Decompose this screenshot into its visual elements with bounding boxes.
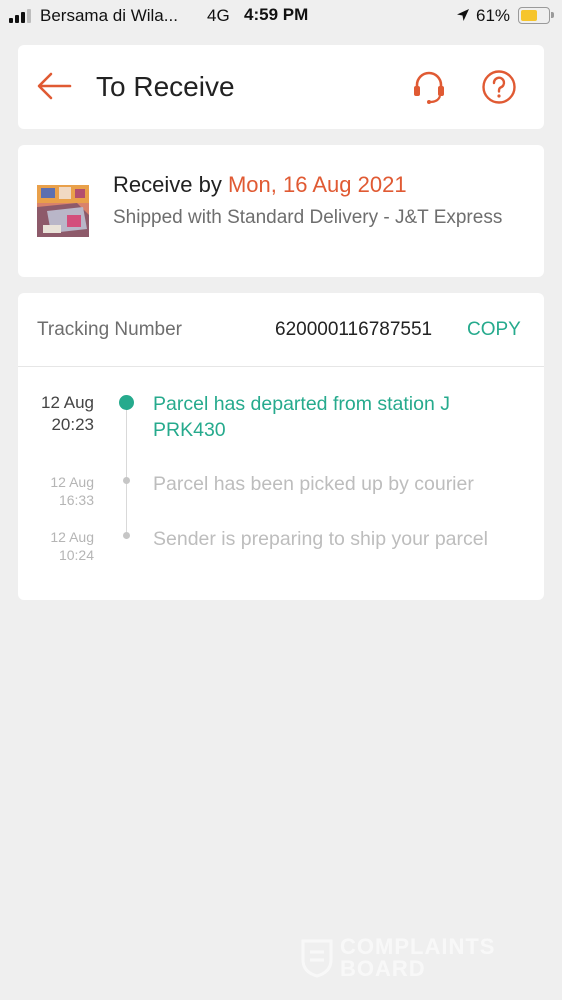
- cellular-signal-icon: [9, 9, 31, 23]
- event-date: 12 Aug: [50, 529, 94, 545]
- copy-button[interactable]: COPY: [467, 319, 521, 341]
- event-timestamp: 12 Aug 20:23: [18, 392, 94, 436]
- event-description: Sender is preparing to ship your parcel: [153, 528, 488, 550]
- tracking-number-value: 620000116787551: [275, 319, 433, 340]
- tracking-number-label: Tracking Number: [37, 319, 183, 340]
- event-timestamp: 12 Aug 16:33: [18, 473, 94, 509]
- battery-percentage: 61%: [476, 6, 511, 25]
- headset-icon[interactable]: [411, 69, 447, 105]
- event-timestamp: 12 Aug 10:24: [18, 528, 94, 564]
- delivery-info-card: Receive by Mon, 16 Aug 2021 Shipped with…: [18, 145, 544, 277]
- receive-by-label: Receive by: [113, 172, 222, 197]
- event-time: 20:23: [51, 415, 94, 434]
- shield-icon: [301, 939, 333, 978]
- status-bar: Bersama di Wila... 4G 4:59 PM 61%: [0, 0, 562, 32]
- question-circle-icon[interactable]: [481, 69, 517, 105]
- carrier-name: Bersama di Wila...: [40, 6, 178, 25]
- timeline-dot: [123, 532, 130, 539]
- timeline-line: [126, 405, 127, 539]
- shipping-method: Shipped with Standard Delivery - J&T Exp…: [113, 207, 503, 228]
- watermark-logo: COMPLAINTS BOARD: [300, 934, 520, 982]
- watermark-text-line2: BOARD: [340, 956, 426, 981]
- timeline-dot: [123, 477, 130, 484]
- divider: [18, 366, 544, 367]
- page-title: To Receive: [96, 71, 235, 102]
- timeline-dot-active: [119, 395, 134, 410]
- event-time: 10:24: [58, 547, 94, 563]
- event-time: 16:33: [58, 492, 94, 508]
- battery-icon: [518, 7, 554, 24]
- location-arrow-icon: [457, 9, 469, 21]
- event-description: Parcel has departed from station J PRK43…: [153, 393, 450, 441]
- tracking-card: Tracking Number 620000116787551 COPY 12 …: [18, 293, 544, 600]
- receive-by-line: Receive by Mon, 16 Aug 2021: [113, 172, 407, 198]
- status-time: 4:59 PM: [244, 5, 309, 24]
- header-bar: To Receive: [18, 45, 544, 129]
- network-type: 4G: [207, 6, 230, 25]
- arrow-left-icon[interactable]: [36, 71, 72, 101]
- event-date: 12 Aug: [41, 393, 94, 412]
- event-date: 12 Aug: [50, 474, 94, 490]
- event-description: Parcel has been picked up by courier: [153, 473, 474, 495]
- product-thumbnail: [37, 185, 89, 237]
- receive-date: Mon, 16 Aug 2021: [227, 172, 407, 197]
